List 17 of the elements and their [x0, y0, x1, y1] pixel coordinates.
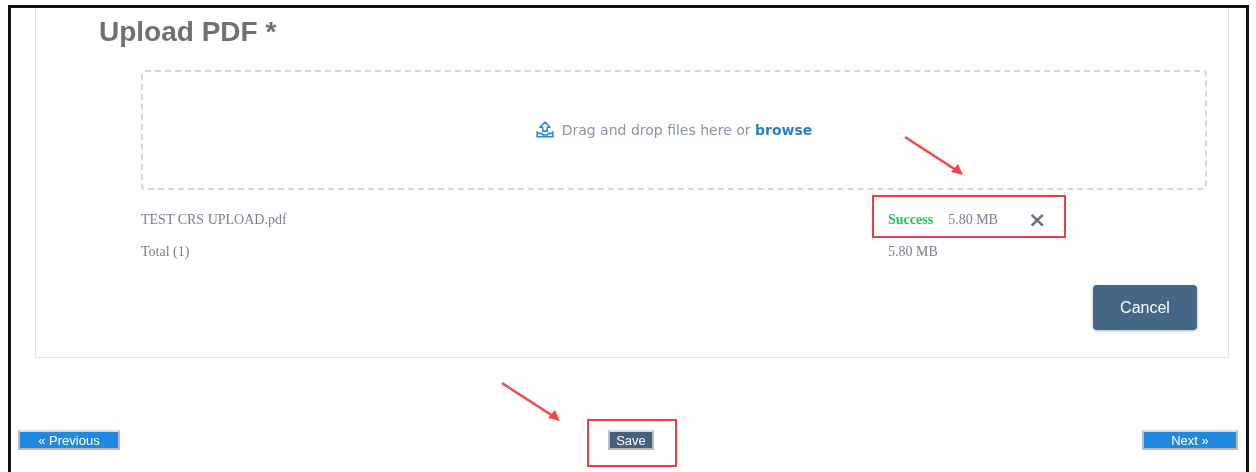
total-label: Total (1) — [141, 244, 191, 260]
save-button[interactable]: Save — [608, 430, 654, 450]
annotation-arrow — [500, 381, 562, 423]
previous-button[interactable]: « Previous — [18, 430, 120, 450]
upload-icon — [535, 121, 554, 139]
dropzone[interactable]: Drag and drop files here or browse — [141, 70, 1207, 190]
total-size: 5.80 MB — [888, 244, 938, 260]
cancel-button[interactable]: Cancel — [1093, 285, 1197, 330]
next-button[interactable]: Next » — [1142, 430, 1238, 450]
browse-link[interactable]: browse — [755, 122, 813, 138]
dropzone-text: Drag and drop files here or browse — [561, 122, 813, 138]
remove-button[interactable]: × — [1023, 210, 1051, 230]
file-size: 5.80 MB — [948, 212, 998, 228]
file-name: TEST CRS UPLOAD.pdf — [141, 212, 288, 228]
section-title: Upload PDF * — [99, 16, 278, 48]
annotation-arrow — [903, 135, 965, 177]
upload-status: Success — [888, 212, 934, 228]
